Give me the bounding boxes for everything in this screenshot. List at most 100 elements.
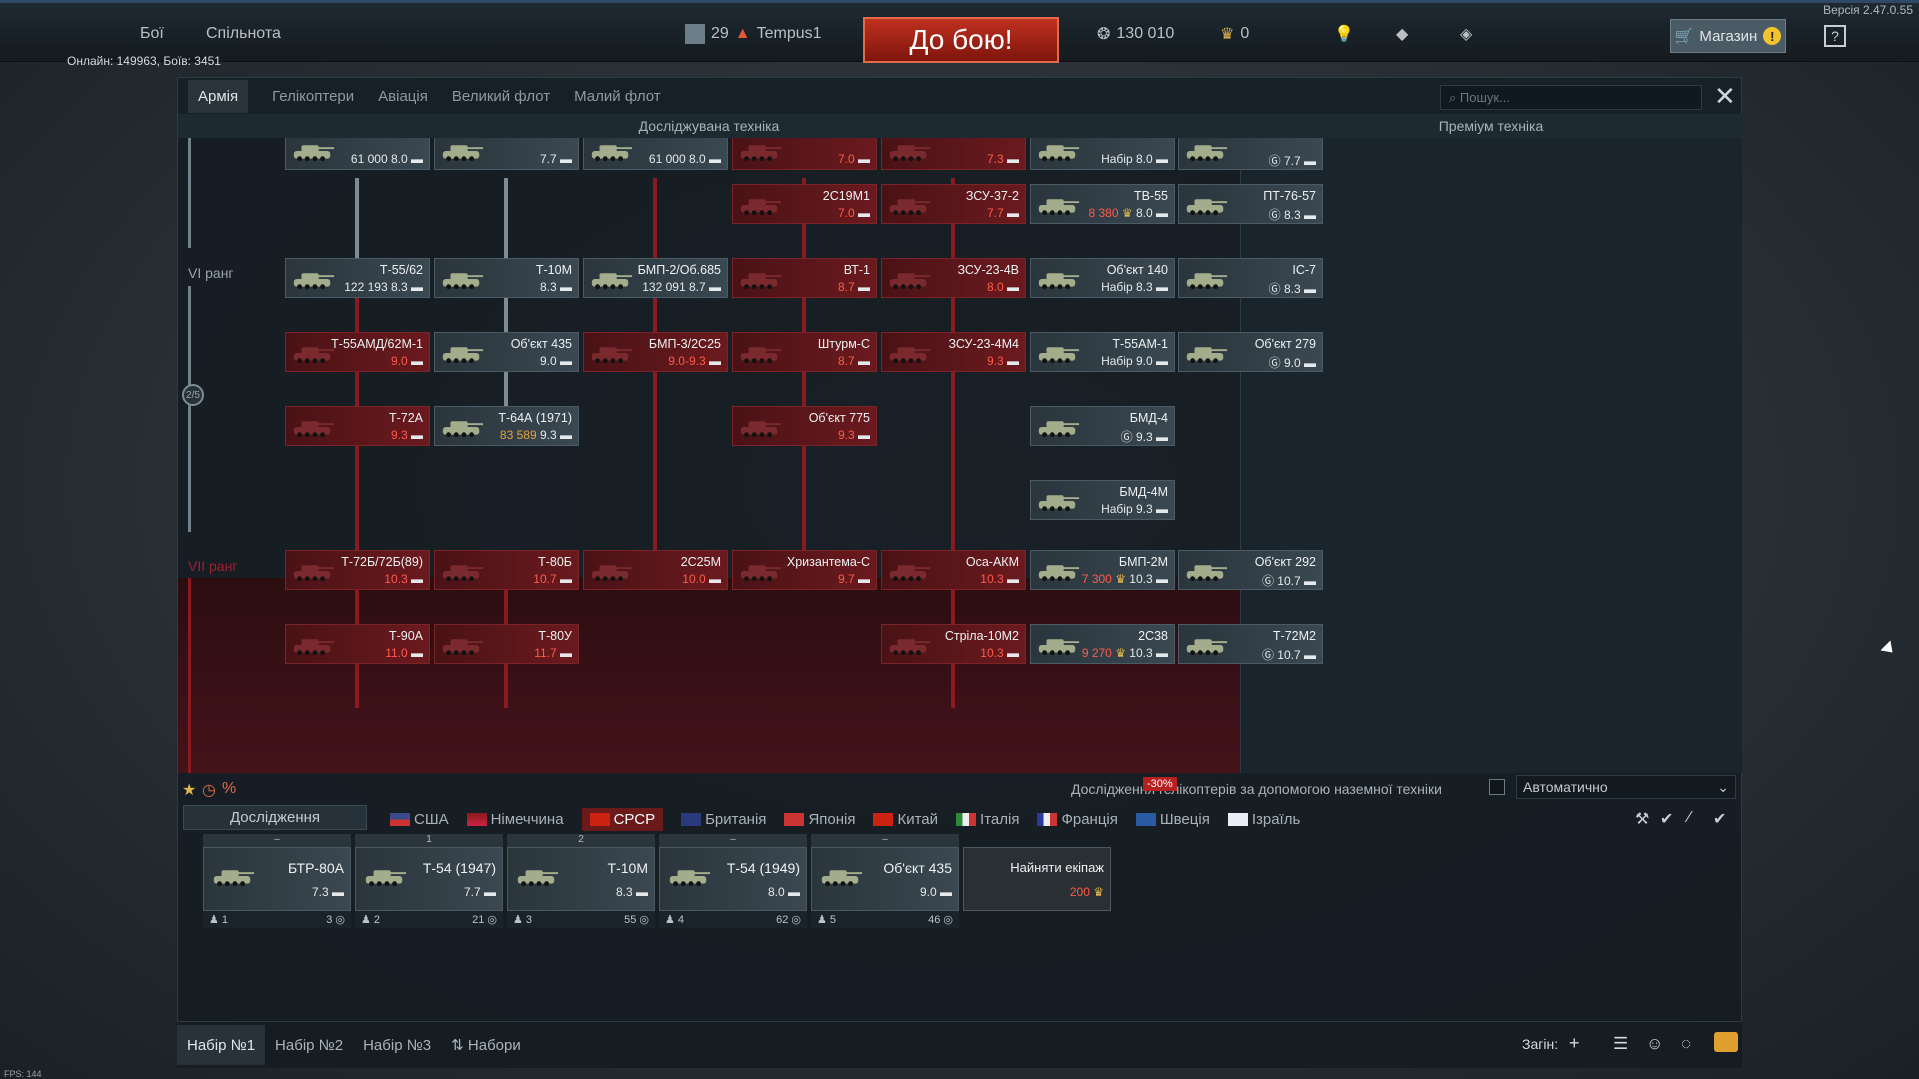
vehicle-card[interactable]: Об'єкт 435 9.0 ▬: [434, 332, 579, 372]
vehicle-card[interactable]: 7.7 ▬: [434, 138, 579, 170]
chat-icon[interactable]: ◌: [1681, 1034, 1691, 1054]
tab-preset-3[interactable]: Набір №3: [353, 1025, 441, 1065]
vehicle-card[interactable]: ЗСУ-23-4В 8.0 ▬: [881, 258, 1026, 298]
vehicle-name: ТВ-55: [1133, 189, 1168, 203]
add-squad-icon[interactable]: +: [1569, 1033, 1580, 1054]
vehicle-card[interactable]: Хризантема-С 9.7 ▬: [732, 550, 877, 590]
crew-level: 55 ◎: [624, 914, 649, 926]
crew-slot[interactable]: – БТР-80А 7.3 ▬ ♟ 1 3 ◎: [203, 834, 351, 929]
checkmark-icon[interactable]: ✔: [1660, 809, 1673, 829]
search-input[interactable]: ⌕ Пошук...: [1440, 85, 1702, 110]
vehicle-card[interactable]: Т-72Б/72Б(89) 10.3 ▬: [285, 550, 430, 590]
vehicle-card[interactable]: БМП-3/2С25 9.0-9.3 ▬: [583, 332, 728, 372]
tab-army[interactable]: Армія: [188, 79, 249, 113]
vehicle-card[interactable]: ЗСУ-23-4М4 9.3 ▬: [881, 332, 1026, 372]
ammo-check-icon[interactable]: ⁄: [1688, 809, 1691, 827]
tab-nation-japan[interactable]: Японія: [784, 811, 855, 828]
diamond-icon[interactable]: ◆: [1396, 3, 1408, 65]
vehicle-card[interactable]: 2С19М1 7.0 ▬: [732, 184, 877, 224]
list-icon[interactable]: ☰: [1613, 1034, 1628, 1054]
vehicle-card[interactable]: 7.0 ▬: [732, 138, 877, 170]
premium-vehicle-card[interactable]: Набір 8.0 ▬: [1030, 138, 1175, 170]
tab-preset-2[interactable]: Набір №2: [265, 1025, 353, 1065]
vehicle-card[interactable]: 61 000 8.0 ▬: [285, 138, 430, 170]
heli-research-checkbox[interactable]: [1489, 779, 1505, 795]
vehicle-card[interactable]: Т-80Б 10.7 ▬: [434, 550, 579, 590]
tab-bluewater-fleet[interactable]: Великий флот: [452, 88, 550, 105]
crew-slot[interactable]: 1 Т-54 (1947) 7.7 ▬ ♟ 2 21 ◎: [355, 834, 503, 929]
repair-icon[interactable]: ⚒: [1635, 809, 1649, 829]
crew-level: 21 ◎: [472, 914, 497, 926]
vehicle-card[interactable]: ВТ-1 8.7 ▬: [732, 258, 877, 298]
slot-vehicle[interactable]: Т-54 (1949) 8.0 ▬: [659, 847, 807, 911]
crew-slot[interactable]: – Т-54 (1949) 8.0 ▬ ♟ 4 62 ◎: [659, 834, 807, 929]
premium-vehicle-card[interactable]: Об'єкт 140 Набір 8.3 ▬: [1030, 258, 1175, 298]
tab-nation-usa[interactable]: США: [390, 811, 449, 828]
player-info[interactable]: 29 ▲ Tempus1: [685, 3, 822, 65]
premium-vehicle-card[interactable]: Т-55АМ-1 Набір 9.0 ▬: [1030, 332, 1175, 372]
tab-nation-sweden[interactable]: Швеція: [1135, 811, 1210, 828]
shop-button[interactable]: 🛒 Магазин!: [1670, 19, 1786, 53]
premium-vehicle-card[interactable]: БМД-4М Набір 9.3 ▬: [1030, 480, 1175, 520]
premium-vehicle-card[interactable]: БМД-4 Ⓖ 9.3 ▬: [1030, 406, 1175, 446]
tab-helicopters[interactable]: Гелікоптери: [272, 88, 354, 105]
tab-nation-italy[interactable]: Італія: [956, 811, 1019, 828]
premium-vehicle-card[interactable]: Ⓖ 7.7 ▬: [1178, 138, 1323, 170]
premium-vehicle-card[interactable]: ТВ-55 8 380 ♛ 8.0 ▬: [1030, 184, 1175, 224]
vehicle-card[interactable]: 2С25М 10.0 ▬: [583, 550, 728, 590]
tab-nation-britain[interactable]: Британія: [681, 811, 766, 828]
tank-icon: [666, 862, 726, 898]
coupon-icon[interactable]: ◈: [1460, 3, 1472, 65]
premium-vehicle-card[interactable]: Об'єкт 292 Ⓖ 10.7 ▬: [1178, 550, 1323, 590]
vehicle-card[interactable]: Т-90А 11.0 ▬: [285, 624, 430, 664]
hire-crew-button[interactable]: Найняти екіпаж 200 ♛: [963, 847, 1111, 911]
tab-nation-israel[interactable]: Ізраїль: [1227, 811, 1300, 828]
vehicle-card[interactable]: Оса-АКМ 10.3 ▬: [881, 550, 1026, 590]
vehicle-card[interactable]: БМП-2/Об.685 132 091 8.7 ▬: [583, 258, 728, 298]
tank-icon: [588, 557, 634, 585]
golden-eagles[interactable]: ♛ 0: [1220, 3, 1249, 65]
mail-icon[interactable]: [1714, 1032, 1738, 1052]
premium-vehicle-card[interactable]: ПТ-76-57 Ⓖ 8.3 ▬: [1178, 184, 1323, 224]
slot-vehicle[interactable]: Т-10М 8.3 ▬: [507, 847, 655, 911]
vehicle-card[interactable]: Стріла-10М2 10.3 ▬: [881, 624, 1026, 664]
auto-select-dropdown[interactable]: Автоматично ⌄: [1516, 775, 1736, 799]
slot-vehicle[interactable]: БТР-80А 7.3 ▬: [203, 847, 351, 911]
vehicle-card[interactable]: Т-72А 9.3 ▬: [285, 406, 430, 446]
close-icon[interactable]: ✕: [1714, 82, 1736, 110]
tab-aviation[interactable]: Авіація: [378, 88, 428, 105]
slot-vehicle[interactable]: Т-54 (1947) 7.7 ▬: [355, 847, 503, 911]
vehicle-card[interactable]: Т-64А (1971) 83 589 9.3 ▬: [434, 406, 579, 446]
tab-nation-ussr[interactable]: СРСР: [581, 807, 664, 831]
premium-vehicle-card[interactable]: Т-72М2 Ⓖ 10.7 ▬: [1178, 624, 1323, 664]
presets-button[interactable]: ⇅ Набори: [441, 1025, 531, 1065]
vehicle-card[interactable]: 61 000 8.0 ▬: [583, 138, 728, 170]
tab-nation-germany[interactable]: Німеччина: [466, 811, 564, 828]
vehicle-card[interactable]: Т-80У 11.7 ▬: [434, 624, 579, 664]
vehicle-card[interactable]: Об'єкт 775 9.3 ▬: [732, 406, 877, 446]
help-icon[interactable]: ?: [1824, 25, 1846, 47]
premium-vehicle-card[interactable]: Об'єкт 279 Ⓖ 9.0 ▬: [1178, 332, 1323, 372]
tab-nation-china[interactable]: Китай: [873, 811, 938, 828]
premium-vehicle-card[interactable]: ІС-7 Ⓖ 8.3 ▬: [1178, 258, 1323, 298]
crew-slot[interactable]: – Об'єкт 435 9.0 ▬ ♟ 5 46 ◎: [811, 834, 959, 929]
contacts-icon[interactable]: ☺: [1646, 1034, 1663, 1054]
to-battle-button[interactable]: До бою!: [863, 17, 1059, 63]
vehicle-card[interactable]: Штурм-С 8.7 ▬: [732, 332, 877, 372]
checkmark-icon[interactable]: ✔: [1713, 809, 1726, 829]
vehicle-card[interactable]: Т-55/62 122 193 8.3 ▬: [285, 258, 430, 298]
tab-preset-1[interactable]: Набір №1: [177, 1025, 266, 1065]
vehicle-card[interactable]: Т-10М 8.3 ▬: [434, 258, 579, 298]
vehicle-card[interactable]: Т-55АМД/62М-1 9.0 ▬: [285, 332, 430, 372]
tech-tree[interactable]: VI ранг 2/5 VII ранг 61 000 8.0 ▬ 7.7 ▬ 61…: [178, 138, 1742, 773]
tab-coastal-fleet[interactable]: Малий флот: [574, 88, 661, 105]
crew-slot[interactable]: 2 Т-10М 8.3 ▬ ♟ 3 55 ◎: [507, 834, 655, 929]
vehicle-card[interactable]: 7.3 ▬: [881, 138, 1026, 170]
vehicle-card[interactable]: ЗСУ-37-2 7.7 ▬: [881, 184, 1026, 224]
slot-vehicle[interactable]: Об'єкт 435 9.0 ▬: [811, 847, 959, 911]
premium-vehicle-card[interactable]: БМП-2М 7 300 ♛ 10.3 ▬: [1030, 550, 1175, 590]
premium-vehicle-card[interactable]: 2С38 9 270 ♛ 10.3 ▬: [1030, 624, 1175, 664]
research-star-icon: ★: [182, 782, 197, 799]
lightbulb-icon[interactable]: 💡: [1334, 3, 1354, 65]
tab-nation-france[interactable]: Франція: [1037, 811, 1118, 828]
